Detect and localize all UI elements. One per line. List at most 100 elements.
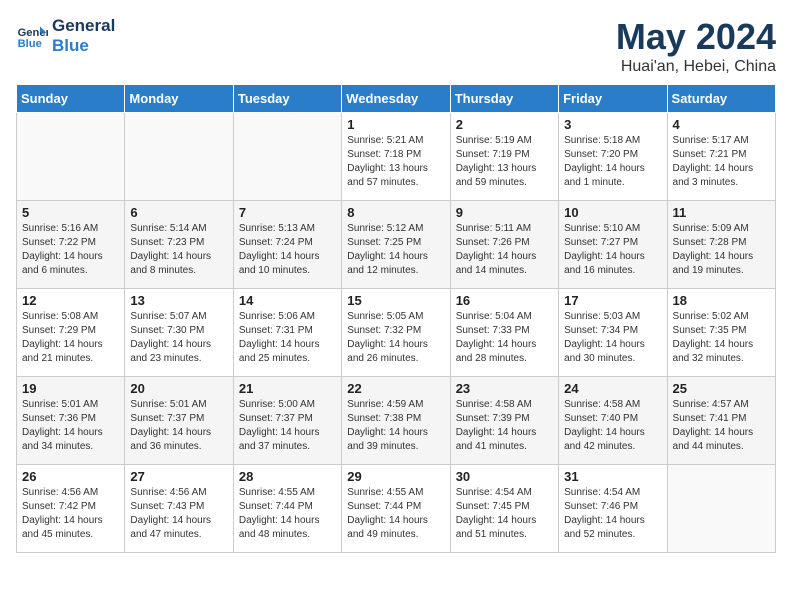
day-info: Sunrise: 5:19 AM Sunset: 7:19 PM Dayligh… [456, 134, 553, 190]
day-number: 11 [673, 205, 770, 220]
day-cell: 31 Sunrise: 4:54 AM Sunset: 7:46 PM Dayli… [559, 465, 667, 553]
day-info: Sunrise: 4:58 AM Sunset: 7:39 PM Dayligh… [456, 398, 553, 454]
day-info: Sunrise: 5:05 AM Sunset: 7:32 PM Dayligh… [347, 310, 444, 366]
location-subtitle: Huai'an, Hebei, China [616, 58, 776, 76]
day-number: 4 [673, 117, 770, 132]
day-number: 8 [347, 205, 444, 220]
day-number: 5 [22, 205, 119, 220]
day-info: Sunrise: 5:03 AM Sunset: 7:34 PM Dayligh… [564, 310, 661, 366]
month-title: May 2024 [616, 16, 776, 58]
day-info: Sunrise: 5:04 AM Sunset: 7:33 PM Dayligh… [456, 310, 553, 366]
day-cell: 20Sunrise: 5:01 AM Sunset: 7:37 PM Dayli… [125, 377, 233, 465]
day-info: Sunrise: 4:54 AM Sunset: 7:45 PM Dayligh… [456, 486, 553, 542]
day-cell [233, 113, 341, 201]
day-number: 25 [673, 381, 770, 396]
logo-blue: Blue [52, 36, 115, 56]
day-cell: 26 Sunrise: 4:56 AM Sunset: 7:42 PM Dayli… [17, 465, 125, 553]
day-number: 19 [22, 381, 119, 396]
day-info: Sunrise: 5:09 AM Sunset: 7:28 PM Dayligh… [673, 222, 770, 278]
day-number: 21 [239, 381, 336, 396]
day-info: Sunrise: 5:11 AM Sunset: 7:26 PM Dayligh… [456, 222, 553, 278]
day-number: 23 [456, 381, 553, 396]
day-number: 16 [456, 293, 553, 308]
header-cell-sunday: Sunday [17, 85, 125, 113]
day-number: 24 [564, 381, 661, 396]
day-number: 13 [130, 293, 227, 308]
week-row-2: 12Sunrise: 5:08 AM Sunset: 7:29 PM Dayli… [17, 289, 776, 377]
day-cell: 16 Sunrise: 5:04 AM Sunset: 7:33 PM Dayli… [450, 289, 558, 377]
day-cell: 7Sunrise: 5:13 AM Sunset: 7:24 PM Daylig… [233, 201, 341, 289]
day-number: 9 [456, 205, 553, 220]
day-info: Sunrise: 4:58 AM Sunset: 7:40 PM Dayligh… [564, 398, 661, 454]
day-info: Sunrise: 5:07 AM Sunset: 7:30 PM Dayligh… [130, 310, 227, 366]
week-row-0: 1 Sunrise: 5:21 AM Sunset: 7:18 PM Daylig… [17, 113, 776, 201]
header-cell-saturday: Saturday [667, 85, 775, 113]
day-cell: 17Sunrise: 5:03 AM Sunset: 7:34 PM Dayli… [559, 289, 667, 377]
day-number: 28 [239, 469, 336, 484]
day-number: 14 [239, 293, 336, 308]
header-cell-tuesday: Tuesday [233, 85, 341, 113]
calendar-table: SundayMondayTuesdayWednesdayThursdayFrid… [16, 84, 776, 553]
day-info: Sunrise: 5:00 AM Sunset: 7:37 PM Dayligh… [239, 398, 336, 454]
day-info: Sunrise: 5:14 AM Sunset: 7:23 PM Dayligh… [130, 222, 227, 278]
day-info: Sunrise: 5:02 AM Sunset: 7:35 PM Dayligh… [673, 310, 770, 366]
day-number: 2 [456, 117, 553, 132]
day-cell [17, 113, 125, 201]
day-number: 30 [456, 469, 553, 484]
day-cell: 19Sunrise: 5:01 AM Sunset: 7:36 PM Dayli… [17, 377, 125, 465]
day-number: 6 [130, 205, 227, 220]
day-cell: 28Sunrise: 4:55 AM Sunset: 7:44 PM Dayli… [233, 465, 341, 553]
calendar-header: SundayMondayTuesdayWednesdayThursdayFrid… [17, 85, 776, 113]
day-cell [125, 113, 233, 201]
page-header: General Blue General Blue May 2024 Huai'… [16, 16, 776, 76]
day-cell: 6 Sunrise: 5:14 AM Sunset: 7:23 PM Daylig… [125, 201, 233, 289]
logo-icon: General Blue [16, 20, 48, 52]
day-cell: 24 Sunrise: 4:58 AM Sunset: 7:40 PM Dayli… [559, 377, 667, 465]
day-cell: 13 Sunrise: 5:07 AM Sunset: 7:30 PM Dayli… [125, 289, 233, 377]
day-cell: 21 Sunrise: 5:00 AM Sunset: 7:37 PM Dayli… [233, 377, 341, 465]
day-cell: 8 Sunrise: 5:12 AM Sunset: 7:25 PM Daylig… [342, 201, 450, 289]
day-info: Sunrise: 5:16 AM Sunset: 7:22 PM Dayligh… [22, 222, 119, 278]
header-cell-wednesday: Wednesday [342, 85, 450, 113]
day-cell: 15 Sunrise: 5:05 AM Sunset: 7:32 PM Dayli… [342, 289, 450, 377]
day-cell: 22Sunrise: 4:59 AM Sunset: 7:38 PM Dayli… [342, 377, 450, 465]
day-cell: 30 Sunrise: 4:54 AM Sunset: 7:45 PM Dayli… [450, 465, 558, 553]
day-number: 1 [347, 117, 444, 132]
day-cell: 25 Sunrise: 4:57 AM Sunset: 7:41 PM Dayli… [667, 377, 775, 465]
day-cell: 4 Sunrise: 5:17 AM Sunset: 7:21 PM Daylig… [667, 113, 775, 201]
day-number: 27 [130, 469, 227, 484]
day-info: Sunrise: 5:12 AM Sunset: 7:25 PM Dayligh… [347, 222, 444, 278]
day-number: 10 [564, 205, 661, 220]
svg-text:General: General [18, 27, 48, 39]
day-number: 29 [347, 469, 444, 484]
day-number: 31 [564, 469, 661, 484]
day-info: Sunrise: 5:18 AM Sunset: 7:20 PM Dayligh… [564, 134, 661, 190]
logo: General Blue General Blue [16, 16, 115, 57]
day-number: 18 [673, 293, 770, 308]
day-info: Sunrise: 5:17 AM Sunset: 7:21 PM Dayligh… [673, 134, 770, 190]
week-row-1: 5 Sunrise: 5:16 AM Sunset: 7:22 PM Daylig… [17, 201, 776, 289]
day-cell: 10Sunrise: 5:10 AM Sunset: 7:27 PM Dayli… [559, 201, 667, 289]
day-number: 26 [22, 469, 119, 484]
day-info: Sunrise: 4:55 AM Sunset: 7:44 PM Dayligh… [347, 486, 444, 542]
day-info: Sunrise: 4:57 AM Sunset: 7:41 PM Dayligh… [673, 398, 770, 454]
day-cell: 2 Sunrise: 5:19 AM Sunset: 7:19 PM Daylig… [450, 113, 558, 201]
day-info: Sunrise: 5:21 AM Sunset: 7:18 PM Dayligh… [347, 134, 444, 190]
header-row: SundayMondayTuesdayWednesdayThursdayFrid… [17, 85, 776, 113]
week-row-3: 19Sunrise: 5:01 AM Sunset: 7:36 PM Dayli… [17, 377, 776, 465]
day-info: Sunrise: 4:56 AM Sunset: 7:42 PM Dayligh… [22, 486, 119, 542]
day-cell: 14 Sunrise: 5:06 AM Sunset: 7:31 PM Dayli… [233, 289, 341, 377]
day-number: 15 [347, 293, 444, 308]
week-row-4: 26 Sunrise: 4:56 AM Sunset: 7:42 PM Dayli… [17, 465, 776, 553]
logo-general: General [52, 16, 115, 36]
day-number: 22 [347, 381, 444, 396]
day-cell: 29 Sunrise: 4:55 AM Sunset: 7:44 PM Dayli… [342, 465, 450, 553]
day-cell: 11 Sunrise: 5:09 AM Sunset: 7:28 PM Dayli… [667, 201, 775, 289]
day-cell: 18 Sunrise: 5:02 AM Sunset: 7:35 PM Dayli… [667, 289, 775, 377]
day-cell: 5 Sunrise: 5:16 AM Sunset: 7:22 PM Daylig… [17, 201, 125, 289]
day-info: Sunrise: 5:06 AM Sunset: 7:31 PM Dayligh… [239, 310, 336, 366]
day-info: Sunrise: 4:54 AM Sunset: 7:46 PM Dayligh… [564, 486, 661, 542]
header-cell-friday: Friday [559, 85, 667, 113]
day-cell: 12Sunrise: 5:08 AM Sunset: 7:29 PM Dayli… [17, 289, 125, 377]
day-number: 3 [564, 117, 661, 132]
